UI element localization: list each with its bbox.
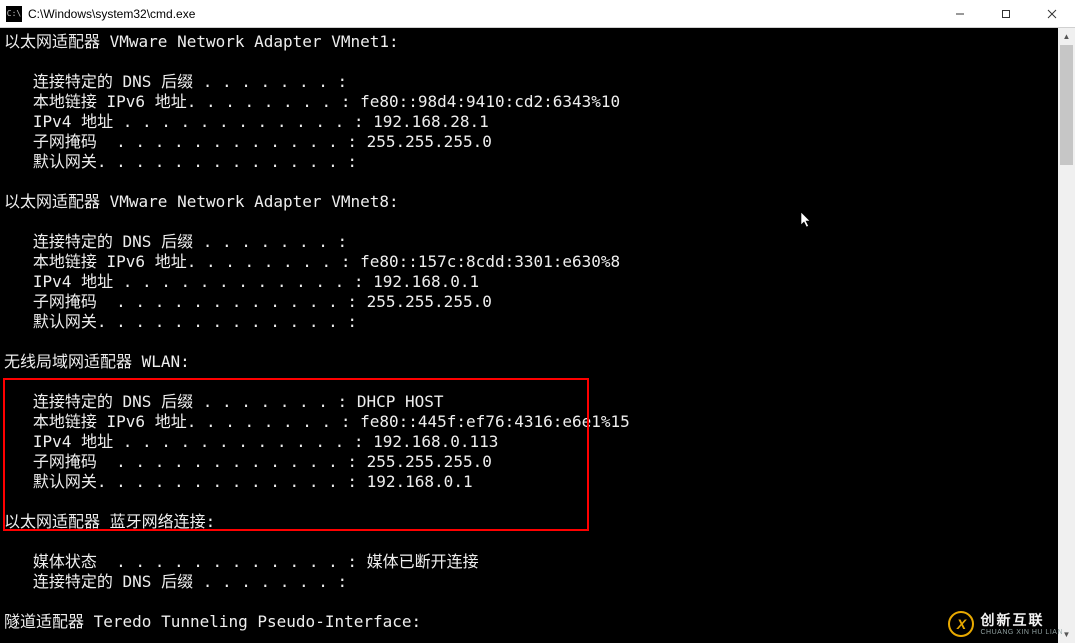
terminal-output: 以太网适配器 VMware Network Adapter VMnet1: 连接… [0, 28, 1058, 643]
window-title: C:\Windows\system32\cmd.exe [28, 7, 195, 21]
cmd-window: C:\ C:\Windows\system32\cmd.exe 以太网适配器 V… [0, 0, 1075, 643]
maximize-button[interactable] [983, 0, 1029, 27]
scroll-up-button[interactable]: ▲ [1058, 28, 1075, 45]
scroll-track[interactable] [1058, 45, 1075, 626]
scroll-down-button[interactable]: ▼ [1058, 626, 1075, 643]
titlebar[interactable]: C:\ C:\Windows\system32\cmd.exe [0, 0, 1075, 28]
scroll-thumb[interactable] [1060, 45, 1073, 165]
cmd-icon: C:\ [6, 6, 22, 22]
terminal-area[interactable]: 以太网适配器 VMware Network Adapter VMnet1: 连接… [0, 28, 1075, 643]
close-button[interactable] [1029, 0, 1075, 27]
scrollbar[interactable]: ▲ ▼ [1058, 28, 1075, 643]
minimize-button[interactable] [937, 0, 983, 27]
